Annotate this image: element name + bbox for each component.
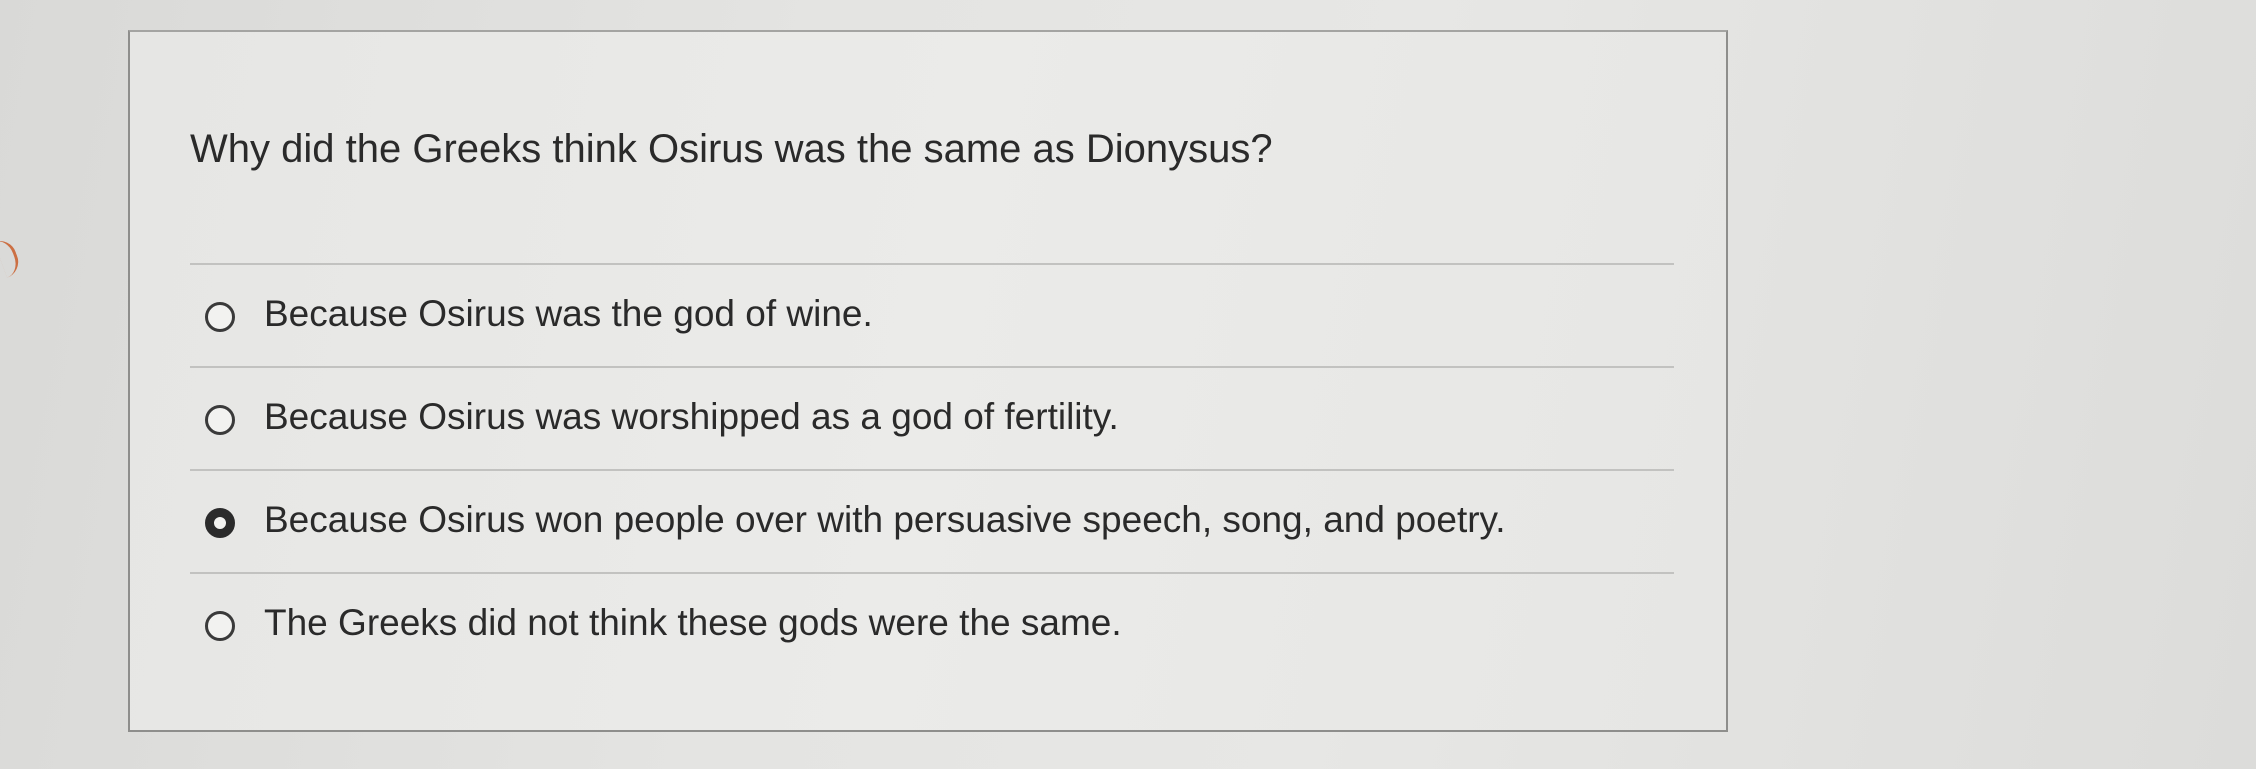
answer-label: Because Osirus was the god of wine. xyxy=(264,293,873,334)
question-card: Why did the Greeks think Osirus was the … xyxy=(128,30,1728,732)
answer-label: The Greeks did not think these gods were… xyxy=(264,602,1122,643)
answer-option-4[interactable]: The Greeks did not think these gods were… xyxy=(190,574,1674,675)
radio-button-unchecked[interactable] xyxy=(205,302,235,332)
answer-option-3[interactable]: Because Osirus won people over with pers… xyxy=(190,471,1674,574)
question-text: Why did the Greeks think Osirus was the … xyxy=(190,127,1273,171)
answer-label: Because Osirus won people over with pers… xyxy=(264,499,1506,540)
answer-option-1[interactable]: Because Osirus was the god of wine. xyxy=(190,265,1674,368)
answer-label: Because Osirus was worshipped as a god o… xyxy=(264,396,1119,437)
radio-button-unchecked[interactable] xyxy=(205,611,235,641)
answer-option-2[interactable]: Because Osirus was worshipped as a god o… xyxy=(190,368,1674,471)
partial-cursor-mark xyxy=(0,236,23,278)
radio-button-unchecked[interactable] xyxy=(205,405,235,435)
answer-list: Because Osirus was the god of wine. Beca… xyxy=(190,265,1674,675)
radio-button-checked[interactable] xyxy=(205,508,235,538)
